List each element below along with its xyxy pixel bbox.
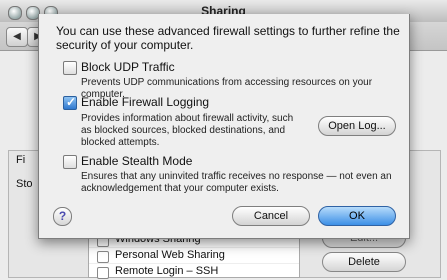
open-log-button[interactable]: Open Log... [318,116,396,136]
service-checkbox[interactable] [97,267,109,279]
back-arrow-icon[interactable]: ◀ [6,27,28,47]
delete-button[interactable]: Delete [322,252,406,272]
enable-stealth-mode-description: Ensures that any uninvited traffic recei… [81,171,392,194]
service-label: Remote Login – SSH [115,265,219,277]
block-udp-checkbox[interactable] [63,61,77,75]
list-item[interactable]: Personal Web Sharing [89,247,299,264]
block-udp-label[interactable]: Block UDP Traffic [81,60,175,74]
enable-firewall-logging-label[interactable]: Enable Firewall Logging [81,95,209,109]
cancel-button[interactable]: Cancel [232,206,310,226]
enable-stealth-mode-label[interactable]: Enable Stealth Mode [81,154,192,168]
service-checkbox[interactable] [97,251,109,263]
advanced-firewall-sheet: You can use these advanced firewall sett… [38,14,410,239]
firewall-label: Fi [16,154,26,166]
help-icon[interactable]: ? [53,207,72,226]
checkmark-icon: ✓ [66,95,77,109]
sheet-intro-text: You can use these advanced firewall sett… [56,24,400,52]
list-item[interactable]: Remote Login – SSH [89,263,299,280]
ok-button[interactable]: OK [318,206,396,226]
enable-stealth-mode-checkbox[interactable] [63,155,77,169]
stop-button-fragment[interactable]: Sto [16,178,33,190]
enable-firewall-logging-checkbox[interactable]: ✓ [63,96,77,110]
service-label: Personal Web Sharing [115,249,225,261]
enable-firewall-logging-description: Provides information about firewall acti… [81,113,294,148]
